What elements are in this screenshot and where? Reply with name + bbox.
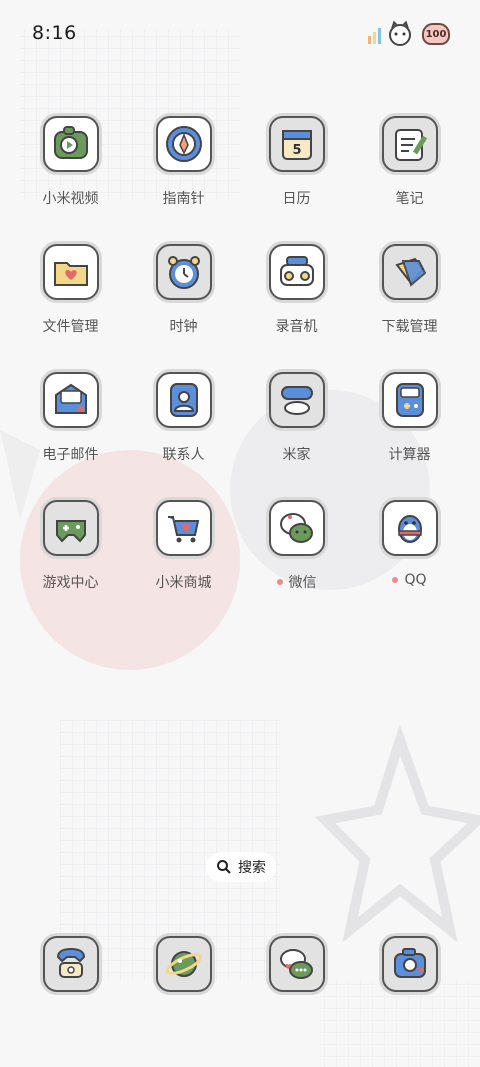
app-label: 微信 [276,572,317,592]
mijia-icon [268,372,325,428]
app-label: 时钟 [169,319,198,335]
search-button[interactable]: 搜索 [206,852,276,882]
calendar-icon: 5 [268,116,325,172]
gamepad-icon [42,500,99,556]
calculator-icon [381,372,438,428]
cat-signal-icon [368,20,411,46]
search-icon [217,860,231,874]
app-label: 笔记 [395,191,424,207]
calendar-day: 5 [292,143,301,158]
wechat-icon [268,500,325,556]
app-label: 小米视频 [42,191,99,207]
notification-dot [276,579,283,585]
app-label: 米家 [282,447,311,463]
app-qq[interactable]: QQ [353,500,466,592]
app-label: QQ [392,572,427,588]
app-calendar[interactable]: 5 日历 [240,116,353,208]
app-grid: 小米视频 指南针 5 日历 笔记 文件管理 时钟 录音机 下载管理 电子邮件 联… [14,116,466,592]
penguin-icon [381,500,438,556]
recorder-icon [268,244,325,300]
app-xiaomi-store[interactable]: 小米商城 [127,500,240,592]
clock-time: 8:16 [32,22,77,44]
app-email[interactable]: 电子邮件 [14,372,127,464]
app-label: 游戏中心 [42,575,99,591]
battery-indicator: 100 [422,23,450,45]
app-game-center[interactable]: 游戏中心 [14,500,127,592]
clock-icon [155,244,212,300]
video-icon [42,116,99,172]
cart-icon [155,500,212,556]
app-mijia[interactable]: 米家 [240,372,353,464]
dock-camera[interactable] [353,936,466,992]
app-file-manager[interactable]: 文件管理 [14,244,127,336]
app-wechat[interactable]: 微信 [240,500,353,592]
camera-icon [381,936,438,992]
app-label: 日历 [282,191,311,207]
app-download-manager[interactable]: 下载管理 [353,244,466,336]
download-icon [381,244,438,300]
dock-phone[interactable] [14,936,127,992]
contacts-icon [155,372,212,428]
dock-browser[interactable] [127,936,240,992]
planet-icon [155,936,212,992]
status-bar: 8:16 100 [0,0,480,68]
folder-icon [42,244,99,300]
app-contacts[interactable]: 联系人 [127,372,240,464]
app-xiaomi-video[interactable]: 小米视频 [14,116,127,208]
notification-dot [392,577,399,583]
email-icon [42,372,99,428]
compass-icon [155,116,212,172]
messages-icon [268,936,325,992]
phone-icon [42,936,99,992]
notes-icon [381,116,438,172]
app-label: 电子邮件 [42,447,99,463]
app-label: 录音机 [275,319,318,335]
app-calculator[interactable]: 计算器 [353,372,466,464]
app-label: 计算器 [388,447,431,463]
app-compass[interactable]: 指南针 [127,116,240,208]
dock-messages[interactable] [240,936,353,992]
app-label: 指南针 [162,191,205,207]
status-icons: 100 [366,18,450,50]
app-label: 联系人 [162,447,205,463]
app-label: 文件管理 [42,319,99,335]
app-label: 小米商城 [155,575,212,591]
app-label: 下载管理 [381,319,438,335]
app-recorder[interactable]: 录音机 [240,244,353,336]
dock [14,936,466,992]
app-notes[interactable]: 笔记 [353,116,466,208]
search-label: 搜索 [238,860,266,876]
app-clock[interactable]: 时钟 [127,244,240,336]
